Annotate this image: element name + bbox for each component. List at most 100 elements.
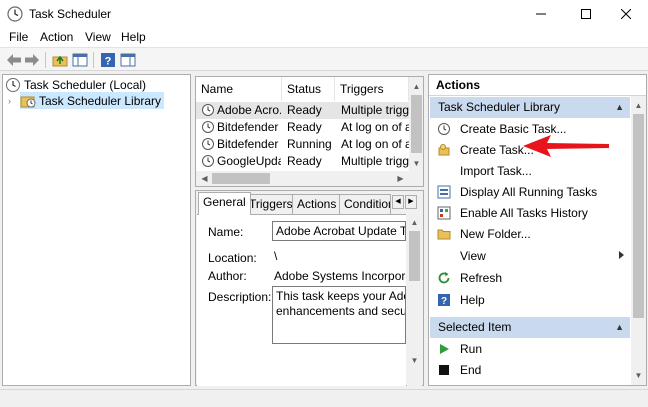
svg-text:?: ? [105, 56, 112, 68]
tab-scroll-right-icon[interactable]: ▶ [405, 195, 417, 209]
forward-button[interactable] [23, 51, 41, 69]
task-list-vscrollbar[interactable]: ▲ ▼ [409, 77, 423, 171]
back-arrow-icon [7, 54, 21, 66]
table-row[interactable]: Bitdefender ... Running At log on of any [196, 136, 409, 153]
action-label: End [460, 362, 482, 377]
table-row[interactable]: GoogleUpda... Ready Multiple triggers [196, 153, 409, 170]
actions-pane-title: Actions [429, 75, 646, 96]
action-label: Run [460, 341, 483, 356]
menu-action[interactable]: Action [40, 30, 73, 44]
action-label: Help [460, 292, 485, 307]
tree-item-root[interactable]: Task Scheduler (Local) [5, 76, 146, 93]
action-label: Refresh [460, 270, 503, 285]
show-action-pane-button[interactable] [119, 51, 137, 69]
close-icon [621, 9, 631, 19]
tab-triggers[interactable]: Triggers [244, 194, 298, 214]
scroll-up-icon[interactable]: ▲ [631, 98, 646, 113]
scroll-thumb[interactable] [212, 173, 270, 184]
close-button[interactable] [604, 0, 648, 28]
scroll-up-icon[interactable]: ▲ [409, 79, 423, 94]
menu-view[interactable]: View [85, 30, 111, 44]
scroll-left-icon[interactable]: ◀ [197, 171, 212, 186]
action-label: View [460, 248, 486, 263]
column-header-status[interactable]: Status [282, 77, 335, 101]
actions-vscrollbar[interactable]: ▲ ▼ [631, 96, 646, 385]
action-display-running-tasks[interactable]: Display All Running Tasks [430, 181, 630, 202]
window-title: Task Scheduler [29, 7, 112, 21]
scroll-down-icon[interactable]: ▼ [407, 353, 422, 368]
task-triggers: Multiple triggers [341, 154, 409, 168]
task-status: Ready [287, 120, 322, 134]
view-icon [436, 248, 452, 264]
action-label: New Folder... [460, 226, 531, 241]
task-triggers: Multiple triggers [341, 103, 409, 117]
menu-bar: File Action View Help [0, 28, 648, 47]
general-tab-panel: Name: Adobe Acrobat Update Task Location… [197, 214, 406, 386]
console-tree: Task Scheduler (Local) › Task Scheduler … [2, 74, 191, 386]
action-refresh[interactable]: Refresh [430, 267, 630, 288]
scroll-thumb[interactable] [633, 114, 644, 318]
scroll-right-icon[interactable]: ▶ [393, 171, 408, 186]
section-header-library[interactable]: Task Scheduler Library ▲ [430, 97, 630, 118]
tab-conditions[interactable]: Condition [339, 194, 391, 214]
status-bar [0, 389, 648, 407]
column-header-triggers[interactable]: Triggers [335, 77, 409, 101]
toolbar-separator [93, 52, 94, 68]
task-name-field[interactable]: Adobe Acrobat Update Task [272, 221, 406, 241]
up-one-level-button[interactable] [51, 51, 69, 69]
table-row[interactable]: Adobe Acro... Ready Multiple triggers [196, 102, 409, 119]
forward-arrow-icon [25, 54, 39, 66]
run-icon [436, 341, 452, 357]
task-list-hscrollbar[interactable]: ◀ ▶ [196, 171, 409, 186]
section-header-selected[interactable]: Selected Item ▲ [430, 317, 630, 338]
help-icon: ? [101, 53, 115, 68]
collapse-chevron-icon[interactable]: ▲ [615, 97, 624, 118]
scroll-thumb[interactable] [409, 231, 420, 281]
show-hide-tree-button[interactable] [71, 51, 89, 69]
show-action-pane-icon [120, 53, 136, 67]
task-clock-icon [202, 121, 214, 133]
tab-scroll-left-icon[interactable]: ◀ [392, 195, 404, 209]
scroll-corner [409, 171, 423, 186]
action-import-task[interactable]: Import Task... [430, 160, 630, 181]
toolbar-separator [45, 52, 46, 68]
task-status: Running [287, 137, 332, 151]
action-enable-history[interactable]: Enable All Tasks History [430, 202, 630, 223]
action-view[interactable]: View [430, 245, 630, 266]
task-details: General Triggers Actions Condition ◀ ▶ N… [195, 190, 424, 386]
scroll-down-icon[interactable]: ▼ [631, 368, 646, 383]
annotation-arrow-icon [523, 135, 609, 157]
action-run[interactable]: Run [430, 338, 630, 359]
details-vscrollbar[interactable]: ▲ ▼ [407, 214, 422, 386]
action-help[interactable]: ? Help [430, 289, 630, 310]
scroll-up-icon[interactable]: ▲ [407, 215, 422, 230]
maximize-button[interactable] [563, 0, 609, 28]
menu-file[interactable]: File [9, 30, 28, 44]
column-header-name[interactable]: Name [196, 77, 282, 101]
menu-help[interactable]: Help [121, 30, 146, 44]
scroll-down-icon[interactable]: ▼ [409, 156, 423, 171]
tab-general[interactable]: General [198, 192, 251, 215]
tree-item-library[interactable]: Task Scheduler Library [20, 92, 165, 109]
description-line: enhancements and security [276, 304, 406, 318]
action-label: Import Task... [460, 163, 532, 178]
minimize-button[interactable] [518, 0, 564, 28]
back-button[interactable] [5, 51, 23, 69]
table-row[interactable]: Bitdefender ... Ready At log on of any [196, 119, 409, 136]
tab-actions[interactable]: Actions [292, 194, 342, 214]
action-label: Display All Running Tasks [460, 184, 598, 199]
actions-pane: Actions Task Scheduler Library ▲ Create … [428, 74, 647, 386]
collapse-chevron-icon[interactable]: ▲ [615, 317, 624, 338]
new-folder-icon [436, 226, 452, 242]
action-new-folder[interactable]: New Folder... [430, 223, 630, 244]
task-status: Ready [287, 103, 322, 117]
refresh-icon [436, 270, 452, 286]
description-field[interactable]: This task keeps your Adobe enhancements … [272, 286, 406, 344]
help-toolbar-button[interactable]: ? [99, 51, 117, 69]
task-name: GoogleUpda... [217, 154, 281, 168]
center-pane: Name Status Triggers Adobe Acro... Ready… [195, 76, 424, 386]
expand-chevron-icon[interactable]: › [8, 96, 11, 106]
scroll-thumb[interactable] [411, 95, 422, 153]
location-label: Location: [208, 251, 257, 265]
action-end[interactable]: End [430, 359, 630, 380]
